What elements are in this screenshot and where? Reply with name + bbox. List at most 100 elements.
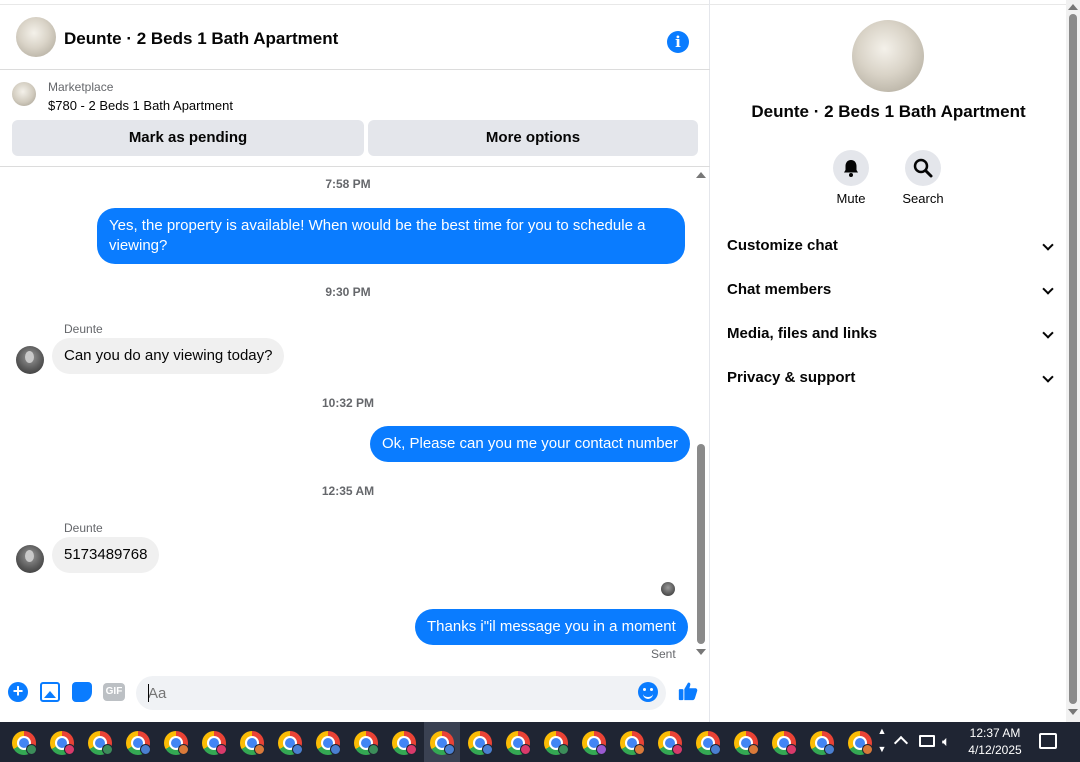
message-outgoing[interactable]: Thanks i"il message you in a moment (415, 609, 688, 645)
taskbar-chrome-window[interactable] (424, 722, 460, 762)
scrollbar-thumb[interactable] (1069, 14, 1077, 704)
listing-thumbnail-small[interactable] (12, 82, 36, 106)
details-thumbnail[interactable] (852, 20, 924, 92)
page-scrollbar[interactable] (1066, 0, 1080, 722)
more-options-button[interactable]: More options (368, 120, 698, 156)
clock-date[interactable]: 4/12/2025 (955, 743, 1035, 757)
section-chat-members[interactable]: Chat members (727, 275, 1054, 305)
taskbar-chrome-window[interactable] (462, 722, 498, 762)
taskbar-chrome-window[interactable] (310, 722, 346, 762)
chevron-up-icon[interactable]: ▲ (874, 726, 890, 736)
emoji-icon[interactable] (638, 682, 658, 702)
avatar[interactable] (16, 545, 44, 573)
taskbar-chrome-window[interactable] (500, 722, 536, 762)
taskbar-scroll[interactable]: ▲ ▼ (874, 722, 890, 762)
clock-time[interactable]: 12:37 AM (955, 726, 1035, 740)
search-button[interactable]: Search (893, 150, 953, 206)
profile-badge-icon (26, 744, 37, 755)
profile-badge-icon (444, 744, 455, 755)
taskbar-chrome-window[interactable] (576, 722, 612, 762)
message-scrollbar[interactable] (694, 168, 708, 662)
taskbar-chrome-window[interactable] (538, 722, 574, 762)
chevron-down-icon (1042, 327, 1054, 339)
taskbar-chrome-window[interactable] (652, 722, 688, 762)
profile-badge-icon (216, 744, 227, 755)
taskbar-chrome-window[interactable] (196, 722, 232, 762)
section-privacy-support[interactable]: Privacy & support (727, 363, 1054, 393)
profile-badge-icon (178, 744, 189, 755)
listing-price-title[interactable]: $780 - 2 Beds 1 Bath Apartment (48, 98, 233, 113)
profile-badge-icon (748, 744, 759, 755)
sticker-icon[interactable] (72, 682, 92, 702)
search-label: Search (902, 191, 944, 206)
taskbar-chrome-window[interactable] (766, 722, 802, 762)
profile-badge-icon (862, 744, 873, 755)
section-label: Privacy & support (727, 369, 856, 386)
sent-status: Sent (651, 647, 676, 661)
taskbar-chrome-window[interactable] (386, 722, 422, 762)
chevron-down-icon (1042, 371, 1054, 383)
chat-title[interactable]: Deunte · 2 Beds 1 Bath Apartment (64, 29, 338, 49)
info-icon[interactable]: i (667, 31, 689, 53)
app-window: Deunte · 2 Beds 1 Bath Apartment i Marke… (0, 0, 1080, 762)
taskbar-chrome-window[interactable] (614, 722, 650, 762)
taskbar-chrome-window[interactable] (120, 722, 156, 762)
taskbar-chrome-window[interactable] (348, 722, 384, 762)
message-outgoing[interactable]: Ok, Please can you me your contact numbe… (370, 426, 690, 462)
scroll-up-icon[interactable] (696, 172, 706, 178)
timestamp: 9:30 PM (325, 285, 371, 299)
bell-icon (833, 150, 869, 186)
taskbar-chrome-window[interactable] (690, 722, 726, 762)
message-input[interactable] (136, 676, 666, 710)
scrollbar-thumb[interactable] (697, 444, 705, 644)
read-receipt-avatar (661, 582, 675, 596)
message-outgoing[interactable]: Yes, the property is available! When wou… (97, 208, 685, 264)
section-media-files-links[interactable]: Media, files and links (727, 319, 1054, 349)
profile-badge-icon (254, 744, 265, 755)
like-thumbs-up-icon[interactable] (677, 680, 699, 702)
taskbar-chrome-window[interactable] (158, 722, 194, 762)
profile-badge-icon (368, 744, 379, 755)
taskbar-chrome-window[interactable] (82, 722, 118, 762)
taskbar-chrome-window[interactable] (44, 722, 80, 762)
section-label: Customize chat (727, 237, 838, 254)
photo-icon[interactable] (40, 682, 60, 702)
mute-button[interactable]: Mute (821, 150, 881, 206)
plus-icon[interactable]: + (8, 682, 28, 702)
text-caret (148, 684, 149, 702)
taskbar-chrome-window[interactable] (234, 722, 270, 762)
gif-icon[interactable]: GIF (103, 683, 125, 701)
profile-badge-icon (482, 744, 493, 755)
show-hidden-icons-icon[interactable] (893, 735, 909, 751)
details-panel: Deunte · 2 Beds 1 Bath Apartment Mute Se… (711, 5, 1066, 722)
section-customize-chat[interactable]: Customize chat (727, 231, 1054, 261)
profile-badge-icon (558, 744, 569, 755)
message-incoming[interactable]: Can you do any viewing today? (52, 338, 285, 374)
composer: + GIF (0, 670, 710, 714)
listing-thumbnail[interactable] (16, 17, 56, 57)
volume-icon[interactable]: 🔈︎ (942, 733, 950, 750)
profile-badge-icon (786, 744, 797, 755)
details-title: Deunte · 2 Beds 1 Bath Apartment (751, 102, 1026, 121)
message-incoming[interactable]: 5173489768 (52, 537, 160, 573)
section-label: Media, files and links (727, 325, 878, 342)
scroll-up-icon[interactable] (1068, 4, 1078, 10)
profile-badge-icon (140, 744, 151, 755)
profile-badge-icon (102, 744, 113, 755)
chevron-down-icon[interactable]: ▼ (874, 744, 890, 754)
message-list[interactable]: 7:58 PM Yes, the property is available! … (0, 168, 696, 662)
scroll-down-icon[interactable] (696, 649, 706, 655)
taskbar-chrome-window[interactable] (272, 722, 308, 762)
taskbar-chrome-window[interactable] (842, 722, 878, 762)
notifications-icon[interactable] (1039, 733, 1057, 749)
profile-badge-icon (710, 744, 721, 755)
network-icon[interactable] (919, 735, 935, 747)
taskbar-chrome-window[interactable] (728, 722, 764, 762)
timestamp: 7:58 PM (325, 177, 371, 191)
mark-as-pending-button[interactable]: Mark as pending (12, 120, 364, 156)
mute-label: Mute (836, 191, 866, 206)
taskbar-chrome-window[interactable] (804, 722, 840, 762)
avatar[interactable] (16, 346, 44, 374)
scroll-down-icon[interactable] (1068, 709, 1078, 715)
taskbar-chrome-window[interactable] (6, 722, 42, 762)
